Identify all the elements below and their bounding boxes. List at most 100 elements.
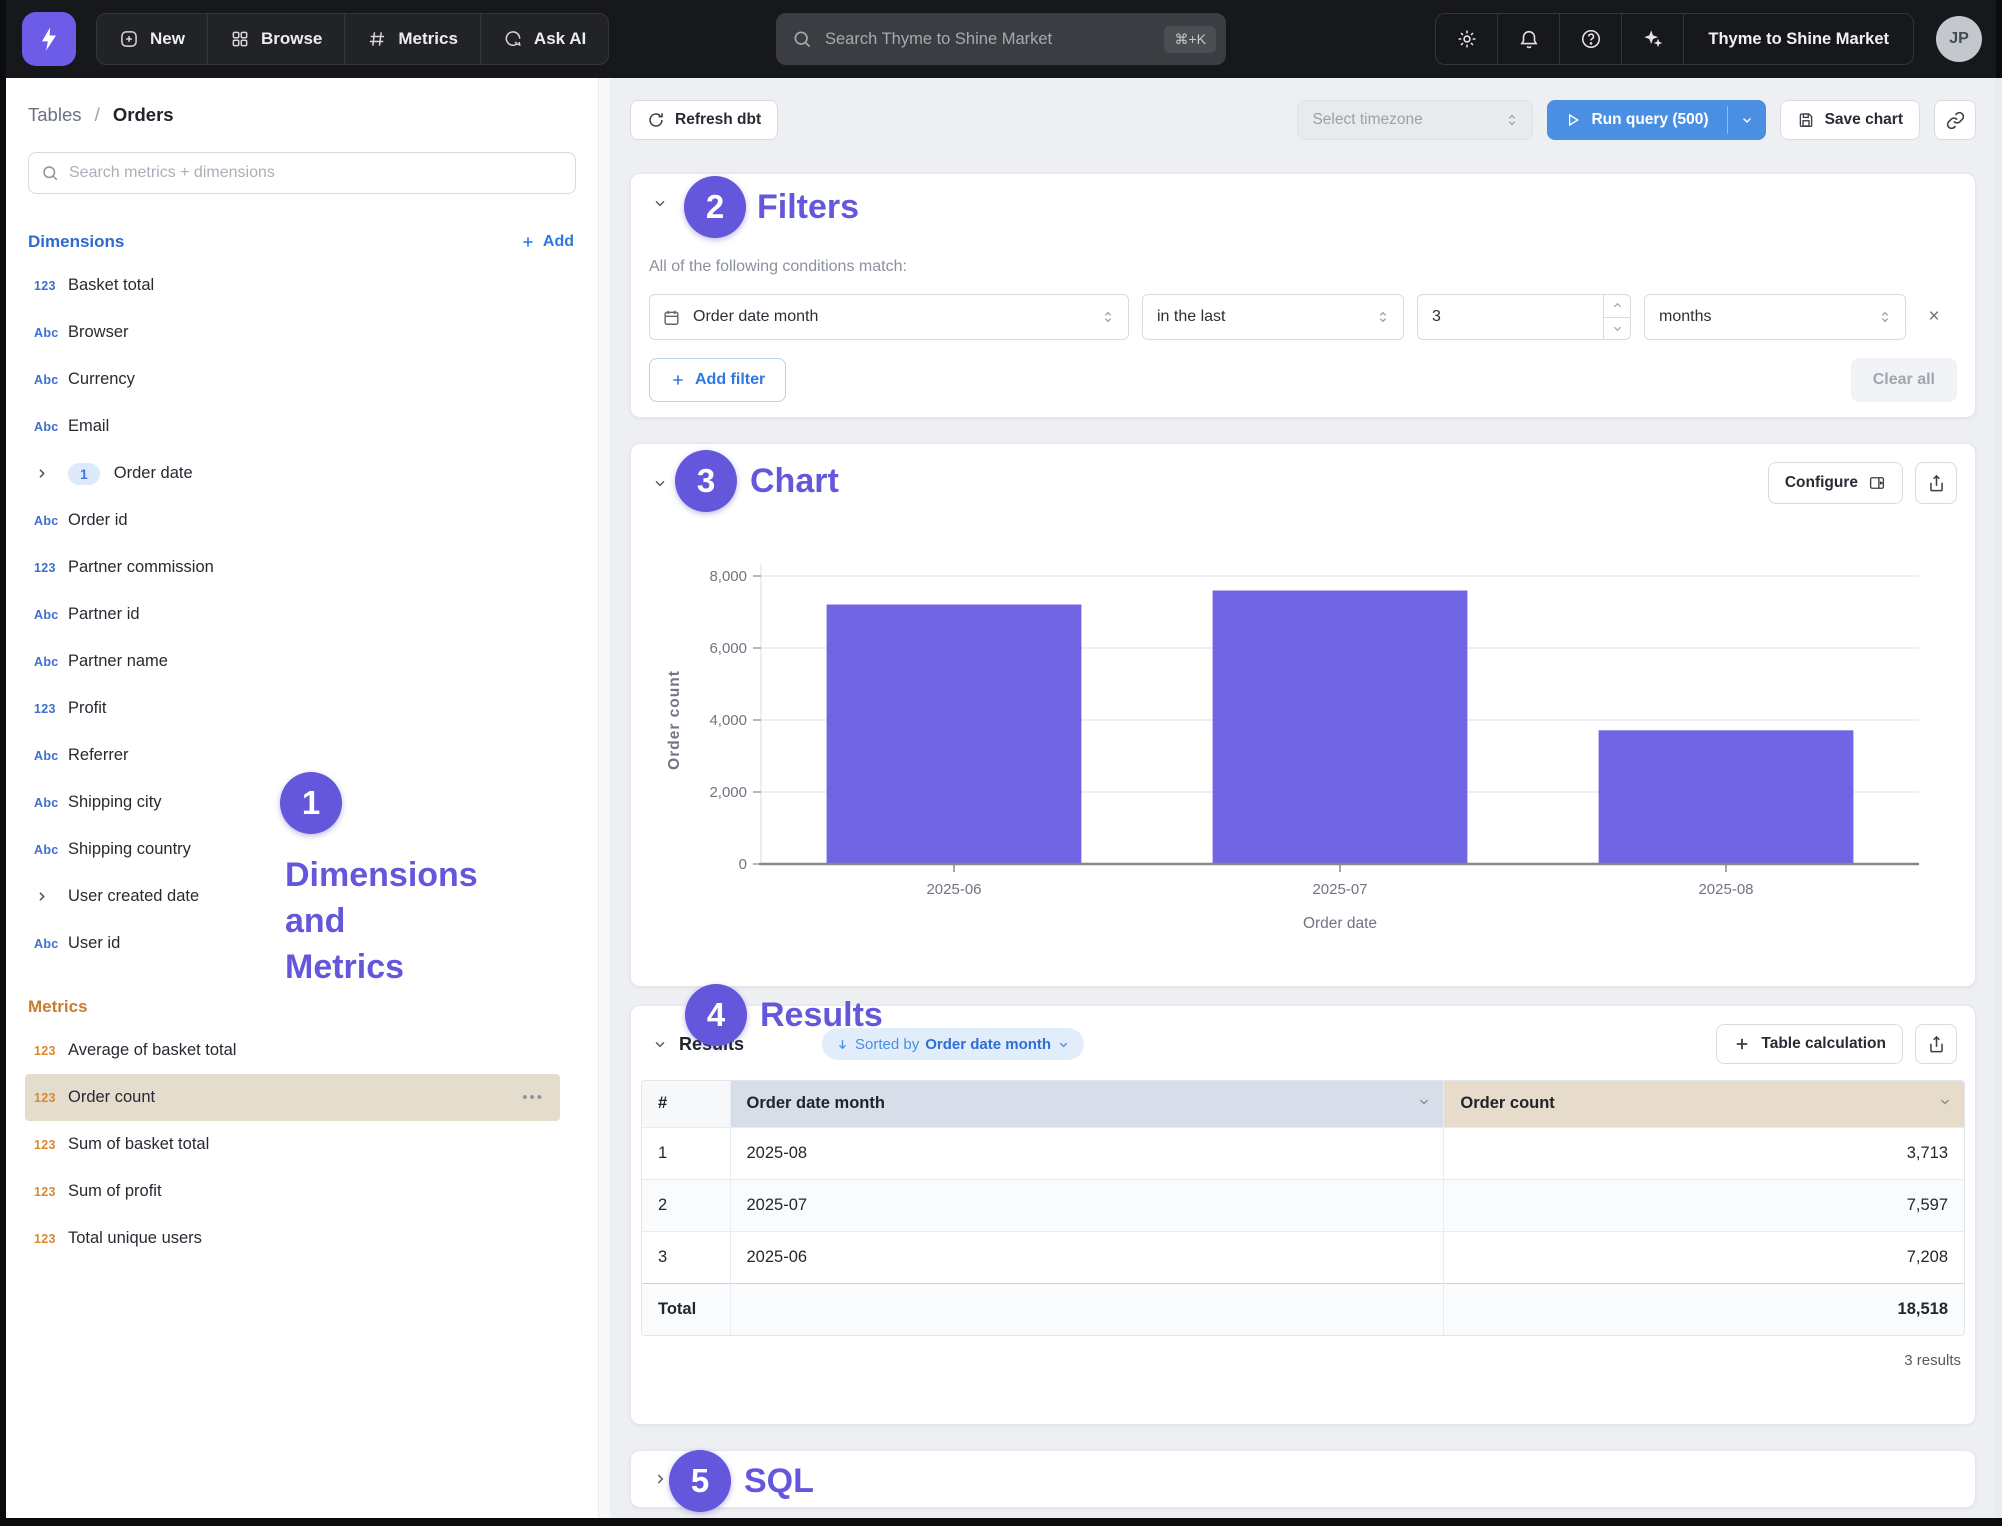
nav-metrics-button[interactable]: Metrics	[345, 14, 481, 64]
metric-cell[interactable]: 7,208	[1444, 1231, 1964, 1283]
table-row[interactable]: 1 2025-08 3,713	[642, 1127, 1964, 1179]
avatar-initials: JP	[1949, 30, 1969, 48]
configure-chart-button[interactable]: Configure	[1768, 462, 1903, 504]
hash-icon	[367, 29, 387, 49]
run-query-button[interactable]: Run query (500)	[1547, 100, 1726, 140]
table-row[interactable]: 2 2025-07 7,597	[642, 1179, 1964, 1231]
org-switcher[interactable]: Thyme to Shine Market	[1684, 14, 1913, 64]
sql-collapse-toggle[interactable]	[649, 1468, 671, 1490]
filter-unit-select[interactable]: months	[1644, 294, 1906, 340]
lightning-bolt-icon	[35, 25, 63, 53]
remove-filter-button[interactable]: ×	[1919, 302, 1949, 332]
chevron-right-icon[interactable]	[34, 889, 68, 904]
search-icon	[792, 29, 812, 49]
add-filter-button[interactable]: Add filter	[649, 358, 786, 402]
save-chart-button[interactable]: Save chart	[1780, 100, 1920, 140]
svg-text:6,000: 6,000	[709, 640, 747, 657]
export-results-button[interactable]	[1915, 1024, 1957, 1064]
timezone-select[interactable]: Select timezone	[1297, 100, 1533, 140]
sidebar-item-label: User id	[68, 934, 120, 953]
chat-sparkle-icon	[503, 29, 523, 49]
breadcrumb-current-table: Orders	[113, 104, 174, 125]
sort-badge[interactable]: Sorted by Order date month	[822, 1028, 1084, 1060]
sidebar-item[interactable]: 1Order date	[6, 450, 598, 497]
sidebar-item[interactable]: AbcShipping country	[6, 826, 598, 873]
share-export-icon	[1927, 1035, 1946, 1054]
clear-all-filters-button[interactable]: Clear all	[1851, 358, 1957, 402]
filters-collapse-toggle[interactable]	[649, 192, 671, 214]
sidebar-item[interactable]: 123Average of basket total	[6, 1027, 598, 1074]
sidebar-item[interactable]: 123Sum of profit	[6, 1168, 598, 1215]
filter-value-input[interactable]: 3	[1417, 294, 1631, 340]
sidebar-item[interactable]: 123Sum of basket total	[6, 1121, 598, 1168]
select-caret-icon	[1100, 309, 1116, 325]
sidebar-item[interactable]: AbcEmail	[6, 403, 598, 450]
global-search-input[interactable]: Search Thyme to Shine Market ⌘+K	[776, 13, 1226, 65]
column-header-metric[interactable]: Order count	[1444, 1081, 1964, 1127]
chevron-right-icon[interactable]	[34, 466, 68, 481]
number-type-icon: 123	[34, 702, 68, 716]
sidebar-scrollbar[interactable]	[598, 78, 610, 1518]
export-chart-button[interactable]	[1915, 462, 1957, 504]
help-button[interactable]	[1560, 14, 1622, 64]
sidebar-item[interactable]: 123Total unique users	[6, 1215, 598, 1262]
sidebar-item[interactable]: 123Basket total	[6, 262, 598, 309]
metrics-list: 123Average of basket total123Order count…	[6, 1027, 598, 1262]
app-logo[interactable]	[22, 12, 76, 66]
refresh-dbt-button[interactable]: Refresh dbt	[630, 100, 778, 140]
sidebar-item[interactable]: AbcPartner id	[6, 591, 598, 638]
dimension-cell[interactable]: 2025-08	[730, 1127, 1444, 1179]
sidebar-item[interactable]: 123Partner commission	[6, 544, 598, 591]
org-name-label: Thyme to Shine Market	[1708, 30, 1889, 49]
sidebar-item[interactable]: 123Profit	[6, 685, 598, 732]
bar-chart[interactable]: 02,0004,0006,0008,0002025-062025-072025-…	[631, 518, 1975, 991]
table-row[interactable]: 3 2025-06 7,208	[642, 1231, 1964, 1283]
run-query-dropdown-button[interactable]	[1728, 100, 1766, 140]
breadcrumb-tables-link[interactable]: Tables	[28, 104, 81, 125]
nav-new-button[interactable]: New	[97, 14, 208, 64]
add-filter-label: Add filter	[695, 371, 765, 389]
settings-button[interactable]	[1436, 14, 1498, 64]
sidebar-item[interactable]: 123Order count•••	[25, 1074, 560, 1121]
results-collapse-toggle[interactable]	[649, 1033, 671, 1055]
filter-operator-select[interactable]: in the last	[1142, 294, 1404, 340]
dimension-cell[interactable]: 2025-06	[730, 1231, 1444, 1283]
column-menu-icon[interactable]	[1417, 1094, 1431, 1113]
add-dimension-button[interactable]: Add	[520, 233, 574, 251]
sidebar-item[interactable]: AbcReferrer	[6, 732, 598, 779]
plus-icon	[520, 234, 536, 250]
stepper-down-button[interactable]	[1604, 318, 1630, 340]
ai-assistant-button[interactable]	[1622, 14, 1684, 64]
column-header-dimension[interactable]: Order date month	[730, 1081, 1444, 1127]
user-avatar[interactable]: JP	[1936, 16, 1982, 62]
column-menu-icon[interactable]	[1938, 1094, 1952, 1113]
dimension-cell[interactable]: 2025-07	[730, 1179, 1444, 1231]
sidebar-item[interactable]: AbcOrder id	[6, 497, 598, 544]
metric-cell[interactable]: 7,597	[1444, 1179, 1964, 1231]
share-link-button[interactable]	[1934, 100, 1976, 140]
chart-collapse-toggle[interactable]	[649, 472, 671, 494]
sidebar-item[interactable]: AbcShipping city	[6, 779, 598, 826]
chevron-down-icon	[652, 195, 668, 211]
nav-browse-label: Browse	[261, 29, 322, 49]
sidebar-item[interactable]: AbcCurrency	[6, 356, 598, 403]
sidebar-item[interactable]: AbcBrowser	[6, 309, 598, 356]
table-calculation-button[interactable]: Table calculation	[1716, 1024, 1903, 1064]
sidebar-item[interactable]: AbcUser id	[6, 920, 598, 967]
nav-ask-ai-button[interactable]: Ask AI	[481, 14, 608, 64]
run-query-split-button: Run query (500)	[1547, 100, 1765, 140]
nav-browse-button[interactable]: Browse	[208, 14, 345, 64]
filter-field-select[interactable]: Order date month	[649, 294, 1129, 340]
more-options-icon[interactable]: •••	[522, 1089, 544, 1106]
main-scrollbar[interactable]	[1995, 78, 2002, 1518]
metric-cell[interactable]: 3,713	[1444, 1127, 1964, 1179]
stepper-up-button[interactable]	[1604, 295, 1630, 318]
search-shortcut-badge: ⌘+K	[1164, 26, 1216, 53]
filter-condition-text: All of the following conditions match:	[649, 258, 1975, 276]
sidebar-item[interactable]: AbcPartner name	[6, 638, 598, 685]
fields-search-input[interactable]: Search metrics + dimensions	[28, 152, 576, 194]
sidebar-item[interactable]: User created date	[6, 873, 598, 920]
notifications-button[interactable]	[1498, 14, 1560, 64]
nav-new-label: New	[150, 29, 185, 49]
sidebar-item-label: Partner id	[68, 605, 140, 624]
